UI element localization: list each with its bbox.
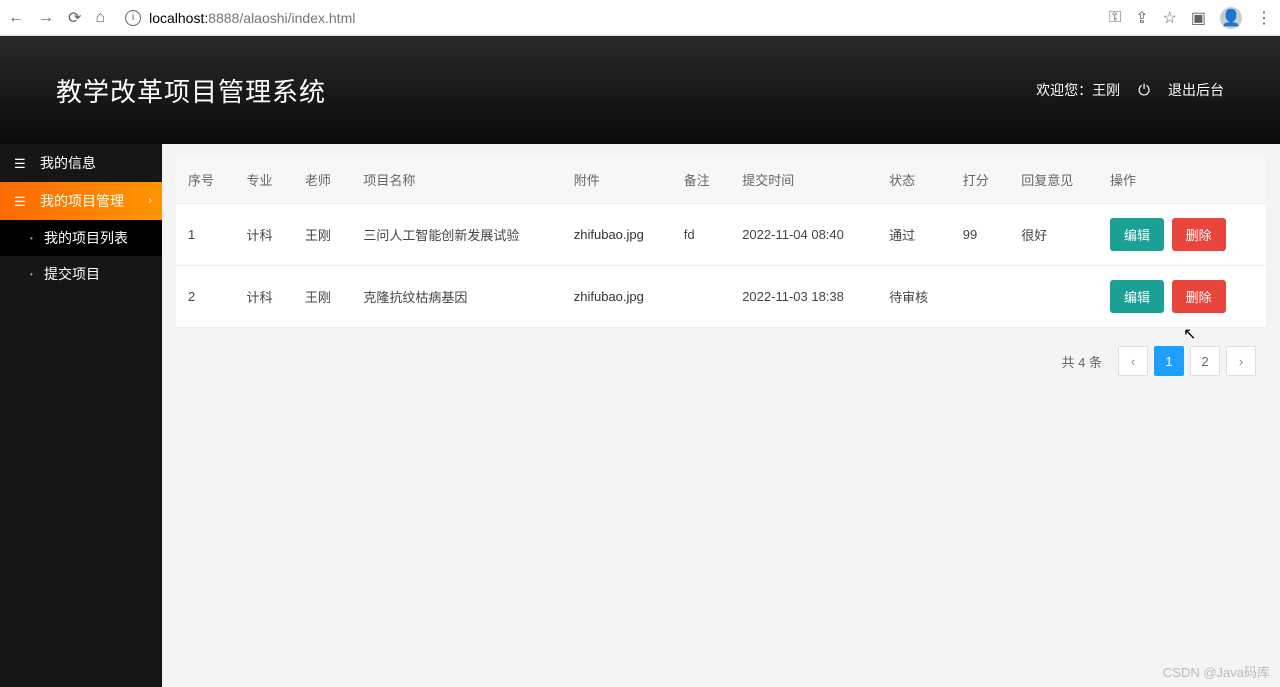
sidebar-item-myprojects[interactable]: 我的项目管理 › xyxy=(0,182,162,220)
th-reply: 回复意见 xyxy=(1009,156,1098,204)
delete-button[interactable]: 删除 xyxy=(1172,280,1226,313)
panel-icon[interactable]: ▣ xyxy=(1191,8,1206,28)
hamburger-icon xyxy=(14,155,28,172)
th-score: 打分 xyxy=(951,156,1009,204)
table-row: 2 计科 王刚 克隆抗纹枯病基因 zhifubao.jpg 2022-11-03… xyxy=(176,266,1266,328)
cell-remark: fd xyxy=(672,204,730,266)
th-remark: 备注 xyxy=(672,156,730,204)
sidebar-item-label: 我的信息 xyxy=(40,153,96,173)
th-seq: 序号 xyxy=(176,156,234,204)
page-number-2[interactable]: 2 xyxy=(1190,346,1220,376)
browser-toolbar: ← → ⟳ ⌂ i localhost:8888/alaoshi/index.h… xyxy=(0,0,1280,36)
app-header: 教学改革项目管理系统 欢迎您：王刚 ⏻ 退出后台 xyxy=(0,36,1280,144)
cell-actions: 编辑 删除 xyxy=(1098,204,1266,266)
cell-project: 克隆抗纹枯病基因 xyxy=(351,266,561,328)
reload-icon[interactable]: ⟳ xyxy=(68,8,81,28)
page-number-1[interactable]: 1 xyxy=(1154,346,1184,376)
cell-time: 2022-11-04 08:40 xyxy=(730,204,877,266)
sidebar-item-label: 我的项目管理 xyxy=(40,191,124,211)
cell-file[interactable]: zhifubao.jpg xyxy=(562,266,672,328)
pagination: 共 4 条 ‹ 1 2 › xyxy=(176,328,1266,394)
submenu-label: 我的项目列表 xyxy=(44,228,128,248)
delete-button[interactable]: 删除 xyxy=(1172,218,1226,251)
cell-remark xyxy=(672,266,730,328)
cell-seq: 1 xyxy=(176,204,234,266)
power-icon[interactable]: ⏻ xyxy=(1138,82,1150,99)
submenu-label: 提交项目 xyxy=(44,264,100,284)
cell-seq: 2 xyxy=(176,266,234,328)
nav-icons: ← → ⟳ ⌂ xyxy=(8,8,105,28)
cell-project: 三问人工智能创新发展试验 xyxy=(351,204,561,266)
edit-button[interactable]: 编辑 xyxy=(1110,218,1164,251)
th-actions: 操作 xyxy=(1098,156,1266,204)
page-prev[interactable]: ‹ xyxy=(1118,346,1148,376)
cell-teacher: 王刚 xyxy=(293,266,351,328)
sidebar-sub-submitproject[interactable]: 提交项目 xyxy=(0,256,162,292)
table-header-row: 序号 专业 老师 项目名称 附件 备注 提交时间 状态 打分 回复意见 操作 xyxy=(176,156,1266,204)
th-project: 项目名称 xyxy=(351,156,561,204)
th-teacher: 老师 xyxy=(293,156,351,204)
cell-actions: 编辑 删除 xyxy=(1098,266,1266,328)
cell-reply: 很好 xyxy=(1009,204,1098,266)
info-icon[interactable]: i xyxy=(125,10,141,26)
th-major: 专业 xyxy=(234,156,292,204)
cell-status: 待审核 xyxy=(877,266,951,328)
url-text: localhost:8888/alaoshi/index.html xyxy=(149,10,355,26)
sidebar-item-myinfo[interactable]: 我的信息 xyxy=(0,144,162,182)
browser-right-icons: ⚿ ⇪ ☆ ▣ 👤 ⋮ xyxy=(1109,7,1272,29)
header-right: 欢迎您：王刚 ⏻ 退出后台 xyxy=(1036,80,1224,100)
th-file: 附件 xyxy=(562,156,672,204)
main-content: 序号 专业 老师 项目名称 附件 备注 提交时间 状态 打分 回复意见 操作 xyxy=(162,144,1280,687)
logout-link[interactable]: 退出后台 xyxy=(1168,80,1224,100)
share-icon[interactable]: ⇪ xyxy=(1135,8,1148,28)
app-title: 教学改革项目管理系统 xyxy=(56,72,326,109)
menu-icon[interactable]: ⋮ xyxy=(1256,8,1272,28)
table-row: 1 计科 王刚 三问人工智能创新发展试验 zhifubao.jpg fd 202… xyxy=(176,204,1266,266)
cell-status: 通过 xyxy=(877,204,951,266)
sidebar-sub-projectlist[interactable]: 我的项目列表 xyxy=(0,220,162,256)
chevron-right-icon: › xyxy=(148,195,152,207)
cell-reply xyxy=(1009,266,1098,328)
hamburger-icon xyxy=(14,193,28,210)
back-icon[interactable]: ← xyxy=(8,9,24,27)
cell-score: 99 xyxy=(951,204,1009,266)
forward-icon[interactable]: → xyxy=(38,9,54,27)
page-total: 共 4 条 xyxy=(1062,352,1102,371)
cell-score xyxy=(951,266,1009,328)
cell-file[interactable]: zhifubao.jpg xyxy=(562,204,672,266)
cell-time: 2022-11-03 18:38 xyxy=(730,266,877,328)
th-status: 状态 xyxy=(877,156,951,204)
cell-teacher: 王刚 xyxy=(293,204,351,266)
cell-major: 计科 xyxy=(234,266,292,328)
key-icon[interactable]: ⚿ xyxy=(1109,9,1121,27)
page-next[interactable]: › xyxy=(1226,346,1256,376)
watermark: CSDN @Java码库 xyxy=(1163,662,1270,681)
star-icon[interactable]: ☆ xyxy=(1163,8,1177,28)
app-body: 我的信息 我的项目管理 › 我的项目列表 提交项目 序号 专业 老师 项目名称 xyxy=(0,144,1280,687)
profile-icon[interactable]: 👤 xyxy=(1220,7,1242,29)
th-time: 提交时间 xyxy=(730,156,877,204)
sidebar: 我的信息 我的项目管理 › 我的项目列表 提交项目 xyxy=(0,144,162,687)
data-table: 序号 专业 老师 项目名称 附件 备注 提交时间 状态 打分 回复意见 操作 xyxy=(176,156,1266,328)
edit-button[interactable]: 编辑 xyxy=(1110,280,1164,313)
url-bar[interactable]: i localhost:8888/alaoshi/index.html xyxy=(115,6,1099,30)
cell-major: 计科 xyxy=(234,204,292,266)
welcome-text: 欢迎您：王刚 xyxy=(1036,80,1120,100)
home-icon[interactable]: ⌂ xyxy=(95,9,105,27)
